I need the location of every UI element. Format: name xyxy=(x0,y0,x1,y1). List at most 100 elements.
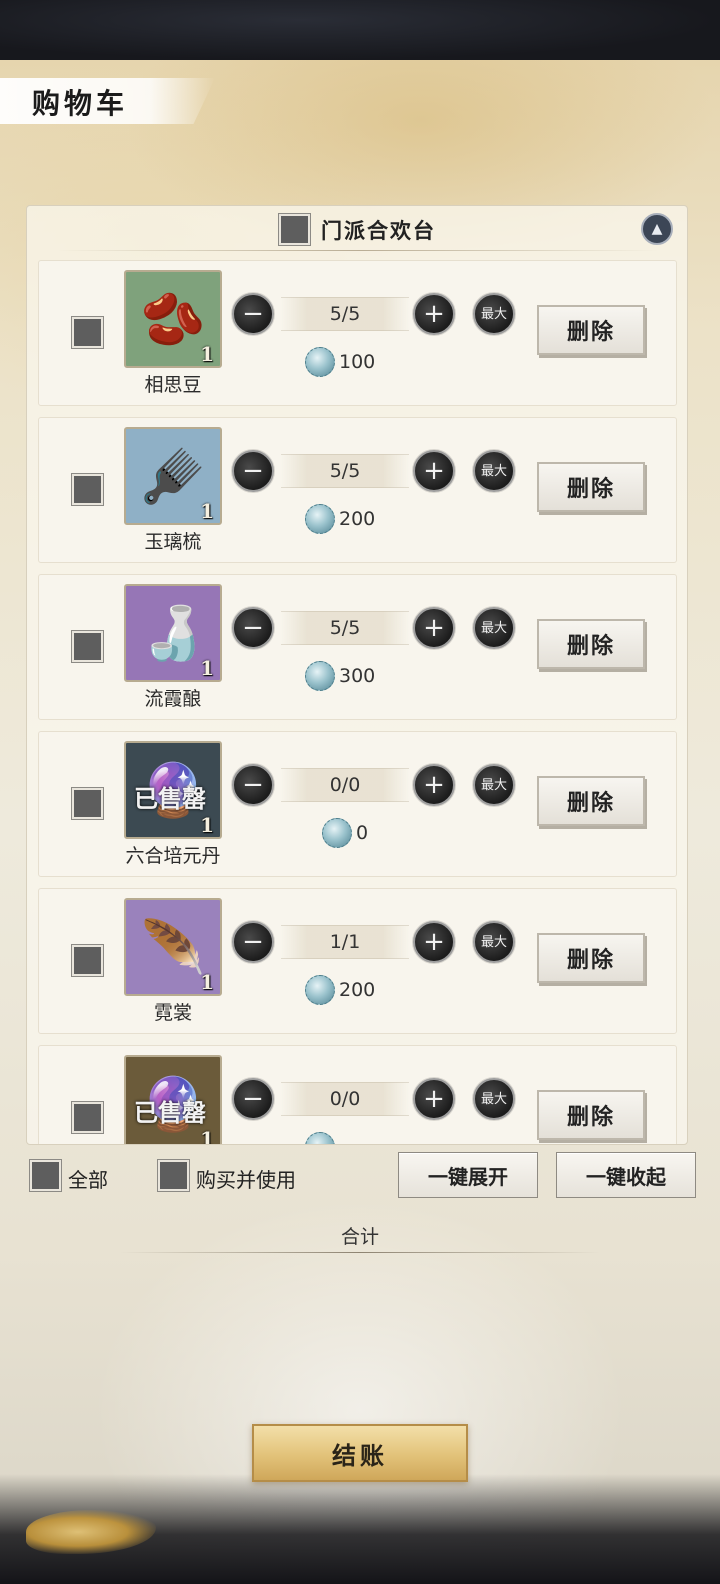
sold-out-stamp: 已售罄 xyxy=(134,1098,206,1127)
crystal-orb-icon[interactable]: 🔮 已售罄 1 xyxy=(124,1055,222,1144)
item-count: 1 xyxy=(200,970,214,994)
buy-and-use-label: 购买并使用 xyxy=(196,1168,296,1192)
increase-button[interactable]: + xyxy=(413,1078,455,1120)
cart-panel[interactable]: 门派合欢台 ▲ 🫘 1 相思豆 − 5/5 + 最大 100 删除 🪮 1 玉璃… xyxy=(26,205,688,1145)
total-label: 合计 xyxy=(340,1226,379,1248)
delete-button[interactable]: 删除 xyxy=(537,1090,645,1140)
jade-comb-icon[interactable]: 🪮 1 xyxy=(124,427,222,525)
jade-currency-icon xyxy=(305,347,335,377)
item-name: 相思豆 xyxy=(144,374,202,396)
plus-icon: + xyxy=(423,927,445,957)
minus-icon: − xyxy=(242,770,264,800)
increase-button[interactable]: + xyxy=(413,764,455,806)
minus-icon: − xyxy=(242,613,264,643)
minus-icon: − xyxy=(242,927,264,957)
item-name: 霓裳 xyxy=(153,1002,192,1024)
quantity-display: 0/0 xyxy=(281,1082,409,1116)
item-checkbox[interactable] xyxy=(72,788,103,819)
delete-button[interactable]: 删除 xyxy=(537,933,645,983)
delete-button[interactable]: 删除 xyxy=(537,305,645,355)
plus-icon: + xyxy=(423,456,445,486)
increase-button[interactable]: + xyxy=(413,293,455,335)
sold-out-stamp: 已售罄 xyxy=(134,784,206,813)
item-count: 1 xyxy=(200,342,214,366)
select-all-label: 全部 xyxy=(68,1168,108,1192)
max-quantity-button[interactable]: 最大 xyxy=(473,1078,515,1120)
jade-currency-icon xyxy=(305,661,335,691)
cart-item: 🍶 1 流霞酿 − 5/5 + 最大 300 删除 xyxy=(38,574,677,720)
expand-all-button[interactable]: 一键展开 xyxy=(398,1152,538,1198)
price-value: 200 xyxy=(339,508,376,530)
plus-icon: + xyxy=(423,299,445,329)
top-status-bar xyxy=(0,0,720,60)
delete-button[interactable]: 删除 xyxy=(537,776,645,826)
item-price: 300 xyxy=(305,661,375,691)
item-checkbox[interactable] xyxy=(72,945,103,976)
plus-icon: + xyxy=(423,770,445,800)
decrease-button[interactable]: − xyxy=(232,764,274,806)
quantity-display: 5/5 xyxy=(281,454,409,488)
cart-item: 🔮 已售罄 1 六合培元丹 − 0/0 + 最大 0 删除 xyxy=(38,731,677,877)
feather-garment-icon[interactable]: 🪶 1 xyxy=(124,898,222,996)
cart-item: 🪮 1 玉璃梳 − 5/5 + 最大 200 删除 xyxy=(38,417,677,563)
page-title: 购物车 xyxy=(32,87,129,120)
delete-button[interactable]: 删除 xyxy=(537,462,645,512)
price-value: 0 xyxy=(356,822,369,844)
item-checkbox[interactable] xyxy=(72,1102,103,1133)
plus-icon: + xyxy=(423,1084,445,1114)
red-bean-icon[interactable]: 🫘 1 xyxy=(124,270,222,368)
group-checkbox[interactable] xyxy=(279,214,310,245)
price-value: 200 xyxy=(339,979,376,1001)
max-quantity-button[interactable]: 最大 xyxy=(473,607,515,649)
item-count: 1 xyxy=(200,499,214,523)
item-name: 六合培元丹 xyxy=(125,845,221,867)
item-price: 200 xyxy=(305,504,375,534)
item-name: 流霞酿 xyxy=(144,688,202,710)
increase-button[interactable]: + xyxy=(413,607,455,649)
decrease-button[interactable]: − xyxy=(232,921,274,963)
cart-item: 🔮 已售罄 1 − 0/0 + 最大 删除 xyxy=(38,1045,677,1144)
item-checkbox[interactable] xyxy=(72,474,103,505)
jade-currency-icon xyxy=(305,975,335,1005)
jade-currency-icon xyxy=(305,1132,335,1144)
cart-footer: 全部 购买并使用 一键展开 一键收起 xyxy=(0,1152,720,1204)
select-all-checkbox[interactable] xyxy=(30,1160,61,1191)
cart-item: 🫘 1 相思豆 − 5/5 + 最大 100 删除 xyxy=(38,260,677,406)
jade-currency-icon xyxy=(322,818,352,848)
max-quantity-button[interactable]: 最大 xyxy=(473,450,515,492)
max-quantity-button[interactable]: 最大 xyxy=(473,293,515,335)
buy-and-use-checkbox[interactable] xyxy=(158,1160,189,1191)
max-quantity-button[interactable]: 最大 xyxy=(473,764,515,806)
collapse-all-button[interactable]: 一键收起 xyxy=(556,1152,696,1198)
minus-icon: − xyxy=(242,299,264,329)
minus-icon: − xyxy=(242,456,264,486)
item-name: 玉璃梳 xyxy=(144,531,202,553)
decrease-button[interactable]: − xyxy=(232,293,274,335)
quantity-display: 0/0 xyxy=(281,768,409,802)
item-price: 200 xyxy=(305,975,375,1005)
jade-currency-icon xyxy=(305,504,335,534)
price-value: 300 xyxy=(339,665,376,687)
cart-item: 🪶 1 霓裳 − 1/1 + 最大 200 删除 xyxy=(38,888,677,1034)
delete-button[interactable]: 删除 xyxy=(537,619,645,669)
decrease-button[interactable]: − xyxy=(232,1078,274,1120)
increase-button[interactable]: + xyxy=(413,921,455,963)
item-price: 0 xyxy=(322,818,368,848)
wine-jar-icon[interactable]: 🍶 1 xyxy=(124,584,222,682)
price-value: 100 xyxy=(339,351,376,373)
item-checkbox[interactable] xyxy=(72,631,103,662)
item-checkbox[interactable] xyxy=(72,317,103,348)
decrease-button[interactable]: − xyxy=(232,607,274,649)
group-divider xyxy=(57,250,659,251)
item-count: 1 xyxy=(200,813,214,837)
pill-orb-icon[interactable]: 🔮 已售罄 1 xyxy=(124,741,222,839)
group-header: 门派合欢台 ▲ xyxy=(27,206,687,254)
checkout-button[interactable]: 结账 xyxy=(252,1424,468,1482)
item-price: 100 xyxy=(305,347,375,377)
item-price xyxy=(305,1132,339,1144)
max-quantity-button[interactable]: 最大 xyxy=(473,921,515,963)
increase-button[interactable]: + xyxy=(413,450,455,492)
decrease-button[interactable]: − xyxy=(232,450,274,492)
collapse-group-button[interactable]: ▲ xyxy=(641,213,673,245)
item-count: 1 xyxy=(200,656,214,680)
